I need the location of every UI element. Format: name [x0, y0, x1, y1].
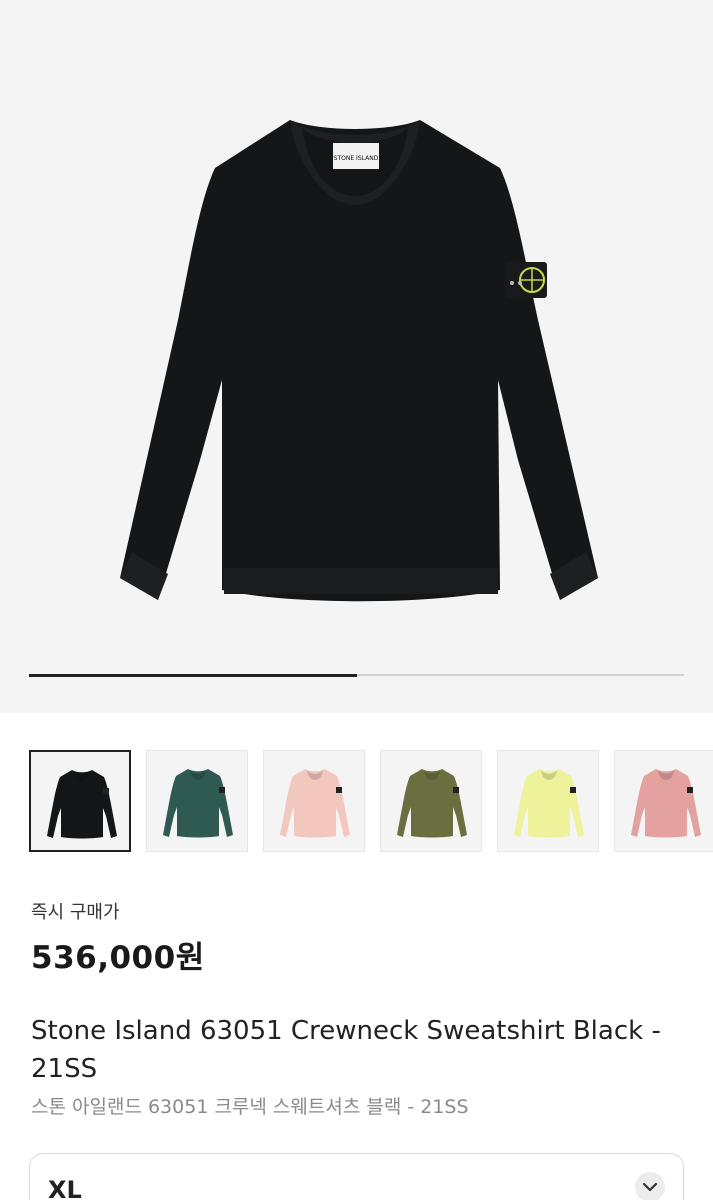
- thumb-yellow-image: [514, 769, 584, 838]
- svg-text:STONE ISLAND: STONE ISLAND: [334, 155, 379, 162]
- gallery-progress-track: [29, 673, 684, 677]
- price: 536,000원: [31, 940, 205, 976]
- thumb-yellow[interactable]: [497, 750, 599, 852]
- thumb-rose[interactable]: [614, 750, 713, 852]
- gallery-progress-fill: [29, 673, 357, 677]
- product-title-english: Stone Island 63051 Crewneck Sweatshirt B…: [31, 1016, 661, 1084]
- color-thumbnail-list: [29, 750, 713, 854]
- chevron-down-icon[interactable]: [635, 1172, 665, 1200]
- thumb-olive-image: [397, 769, 467, 838]
- thumb-green-image: [163, 769, 233, 838]
- thumb-green[interactable]: [146, 750, 248, 852]
- product-title-korean: 스톤 아일랜드 63051 크루넥 스웨트셔츠 블랙 - 21SS: [31, 1096, 469, 1118]
- buy-now-price-label: 즉시 구매가: [31, 902, 120, 923]
- thumb-black-image: [47, 770, 117, 839]
- thumb-pink[interactable]: [263, 750, 365, 852]
- product-main-image: STONE ISLAND: [120, 120, 598, 602]
- thumb-black[interactable]: [29, 750, 131, 852]
- thumb-rose-image: [631, 769, 701, 838]
- thumb-olive[interactable]: [380, 750, 482, 852]
- thumb-pink-image: [280, 769, 350, 838]
- product-image-gallery[interactable]: STONE ISLAND: [0, 0, 713, 713]
- size-select-value: XL: [48, 1176, 82, 1200]
- size-select[interactable]: XL: [29, 1153, 684, 1200]
